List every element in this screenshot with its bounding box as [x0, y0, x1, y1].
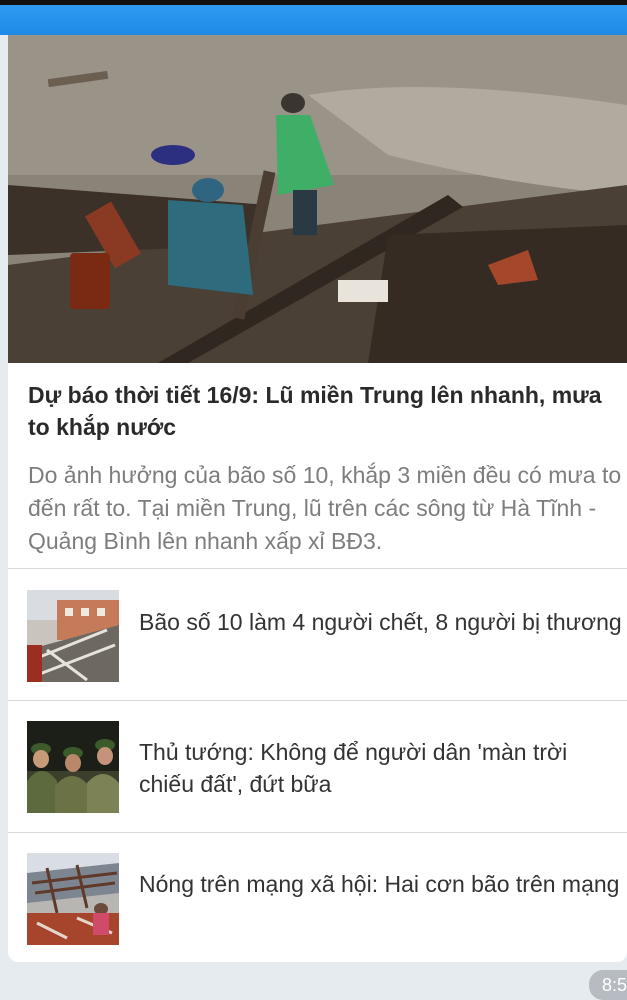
news-card: Dự báo thời tiết 16/9: Lũ miền Trung lên… [8, 35, 627, 962]
app-bar [0, 5, 627, 35]
article-row[interactable]: Bão số 10 làm 4 người chết, 8 người bị t… [8, 569, 627, 700]
article-thumbnail[interactable] [27, 721, 119, 813]
article-row[interactable]: Nóng trên mạng xã hội: Hai cơn bão trên … [8, 833, 627, 962]
article-title[interactable]: Thủ tướng: Không để người dân 'màn trời … [139, 736, 627, 800]
featured-image[interactable] [8, 35, 627, 363]
article-title[interactable]: Nóng trên mạng xã hội: Hai cơn bão trên … [139, 868, 627, 900]
article-row[interactable]: Thủ tướng: Không để người dân 'màn trời … [8, 701, 627, 832]
time-badge: 8:5 [589, 970, 627, 1000]
featured-headline[interactable]: Dự báo thời tiết 16/9: Lũ miền Trung lên… [28, 379, 618, 443]
featured-summary: Do ảnh hưởng của bão số 10, khắp 3 miền … [28, 462, 622, 554]
article-title[interactable]: Bão số 10 làm 4 người chết, 8 người bị t… [139, 606, 627, 638]
article-thumbnail[interactable] [27, 590, 119, 682]
article-thumbnail[interactable] [27, 853, 119, 945]
